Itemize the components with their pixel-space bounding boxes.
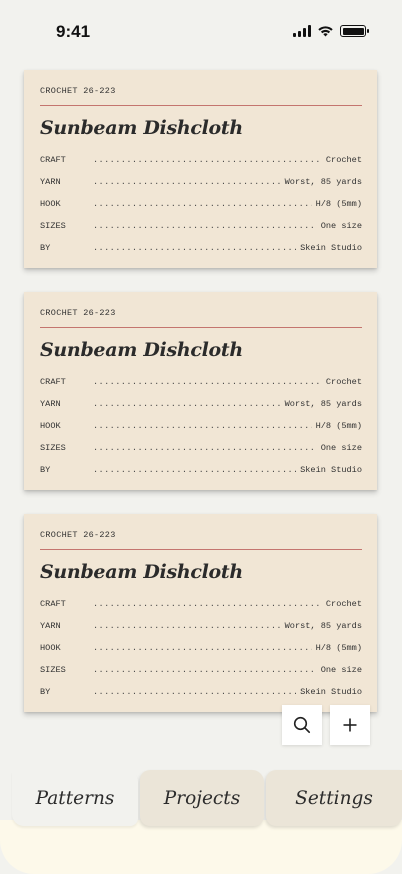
spec-key: YARN — [40, 177, 61, 187]
tab-projects[interactable]: Projects — [140, 770, 264, 826]
spec-key: BY — [40, 243, 51, 253]
wifi-icon — [318, 26, 333, 37]
spec-row-craft: CRAFT Crochet — [40, 593, 362, 615]
spec-key: HOOK — [40, 643, 61, 653]
card-divider — [40, 105, 362, 106]
spec-value: Skein Studio — [300, 465, 362, 475]
spec-value: One size — [320, 443, 362, 453]
spec-value: One size — [320, 221, 362, 231]
pattern-card[interactable]: CROCHET 26-223 Sunbeam Dishcloth CRAFT Cr… — [24, 292, 377, 490]
tab-patterns[interactable]: Patterns — [12, 770, 138, 826]
battery-icon — [340, 25, 369, 37]
tab-settings[interactable]: Settings — [266, 770, 402, 826]
pattern-code: CROCHET 26-223 — [40, 530, 116, 540]
leader-dots — [93, 415, 312, 437]
spec-row-yarn: YARN Worst, 85 yards — [40, 171, 362, 193]
spec-key: YARN — [40, 621, 61, 631]
spec-value: Crochet — [325, 599, 362, 609]
spec-value: Worst, 85 yards — [284, 399, 362, 409]
spec-row-by: BY Skein Studio — [40, 237, 362, 259]
spec-key: SIZES — [40, 221, 66, 231]
leader-dots — [93, 615, 281, 637]
tab-bar-background — [0, 820, 402, 874]
spec-list: CRAFT Crochet YARN Worst, 85 yards HOOK H/8… — [40, 593, 362, 703]
spec-row-by: BY Skein Studio — [40, 459, 362, 481]
pattern-title: Sunbeam Dishcloth — [40, 339, 243, 361]
spec-value: Skein Studio — [300, 243, 362, 253]
status-time: 9:41 — [56, 22, 91, 41]
spec-key: CRAFT — [40, 377, 66, 387]
spec-row-craft: CRAFT Crochet — [40, 149, 362, 171]
spec-row-yarn: YARN Worst, 85 yards — [40, 393, 362, 415]
pattern-code: CROCHET 26-223 — [40, 308, 116, 318]
spec-value: Crochet — [325, 377, 362, 387]
pattern-code: CROCHET 26-223 — [40, 86, 116, 96]
spec-row-sizes: SIZES One size — [40, 215, 362, 237]
spec-list: CRAFT Crochet YARN Worst, 85 yards HOOK H/8… — [40, 371, 362, 481]
spec-key: YARN — [40, 399, 61, 409]
spec-value: Crochet — [325, 155, 362, 165]
spec-key: HOOK — [40, 421, 61, 431]
pattern-title: Sunbeam Dishcloth — [40, 117, 243, 139]
spec-row-craft: CRAFT Crochet — [40, 371, 362, 393]
leader-dots — [93, 393, 281, 415]
spec-key: HOOK — [40, 199, 61, 209]
spec-value: Worst, 85 yards — [284, 177, 362, 187]
spec-value: One size — [320, 665, 362, 675]
spec-row-hook: HOOK H/8 (5mm) — [40, 637, 362, 659]
search-icon — [293, 716, 311, 734]
leader-dots — [93, 593, 322, 615]
spec-value: Worst, 85 yards — [284, 621, 362, 631]
spec-row-yarn: YARN Worst, 85 yards — [40, 615, 362, 637]
spec-row-sizes: SIZES One size — [40, 437, 362, 459]
add-pattern-button[interactable] — [330, 705, 370, 745]
leader-dots — [93, 371, 322, 393]
leader-dots — [93, 659, 317, 681]
leader-dots — [93, 459, 296, 481]
spec-value: H/8 (5mm) — [315, 199, 362, 209]
cellular-signal-icon — [293, 25, 311, 37]
spec-key: BY — [40, 465, 51, 475]
pattern-title: Sunbeam Dishcloth — [40, 561, 243, 583]
leader-dots — [93, 681, 296, 703]
status-icons — [293, 25, 369, 37]
leader-dots — [93, 437, 317, 459]
spec-key: CRAFT — [40, 155, 66, 165]
spec-key: SIZES — [40, 665, 66, 675]
spec-value: H/8 (5mm) — [315, 643, 362, 653]
spec-key: CRAFT — [40, 599, 66, 609]
card-divider — [40, 327, 362, 328]
pattern-card[interactable]: CROCHET 26-223 Sunbeam Dishcloth CRAFT Cr… — [24, 70, 377, 268]
spec-row-sizes: SIZES One size — [40, 659, 362, 681]
status-bar: 9:41 — [0, 0, 402, 60]
leader-dots — [93, 237, 296, 259]
leader-dots — [93, 215, 317, 237]
app-screen: 9:41 CROCHET 26-223 Sunbeam Dishcloth CR… — [0, 0, 402, 874]
spec-value: Skein Studio — [300, 687, 362, 697]
pattern-card[interactable]: CROCHET 26-223 Sunbeam Dishcloth CRAFT Cr… — [24, 514, 377, 712]
card-divider — [40, 549, 362, 550]
plus-icon — [343, 718, 357, 732]
spec-list: CRAFT Crochet YARN Worst, 85 yards HOOK H/8… — [40, 149, 362, 259]
leader-dots — [93, 193, 312, 215]
leader-dots — [93, 149, 322, 171]
spec-row-hook: HOOK H/8 (5mm) — [40, 415, 362, 437]
spec-key: SIZES — [40, 443, 66, 453]
search-button[interactable] — [282, 705, 322, 745]
leader-dots — [93, 171, 281, 193]
spec-value: H/8 (5mm) — [315, 421, 362, 431]
spec-row-hook: HOOK H/8 (5mm) — [40, 193, 362, 215]
spec-key: BY — [40, 687, 51, 697]
spec-row-by: BY Skein Studio — [40, 681, 362, 703]
leader-dots — [93, 637, 312, 659]
